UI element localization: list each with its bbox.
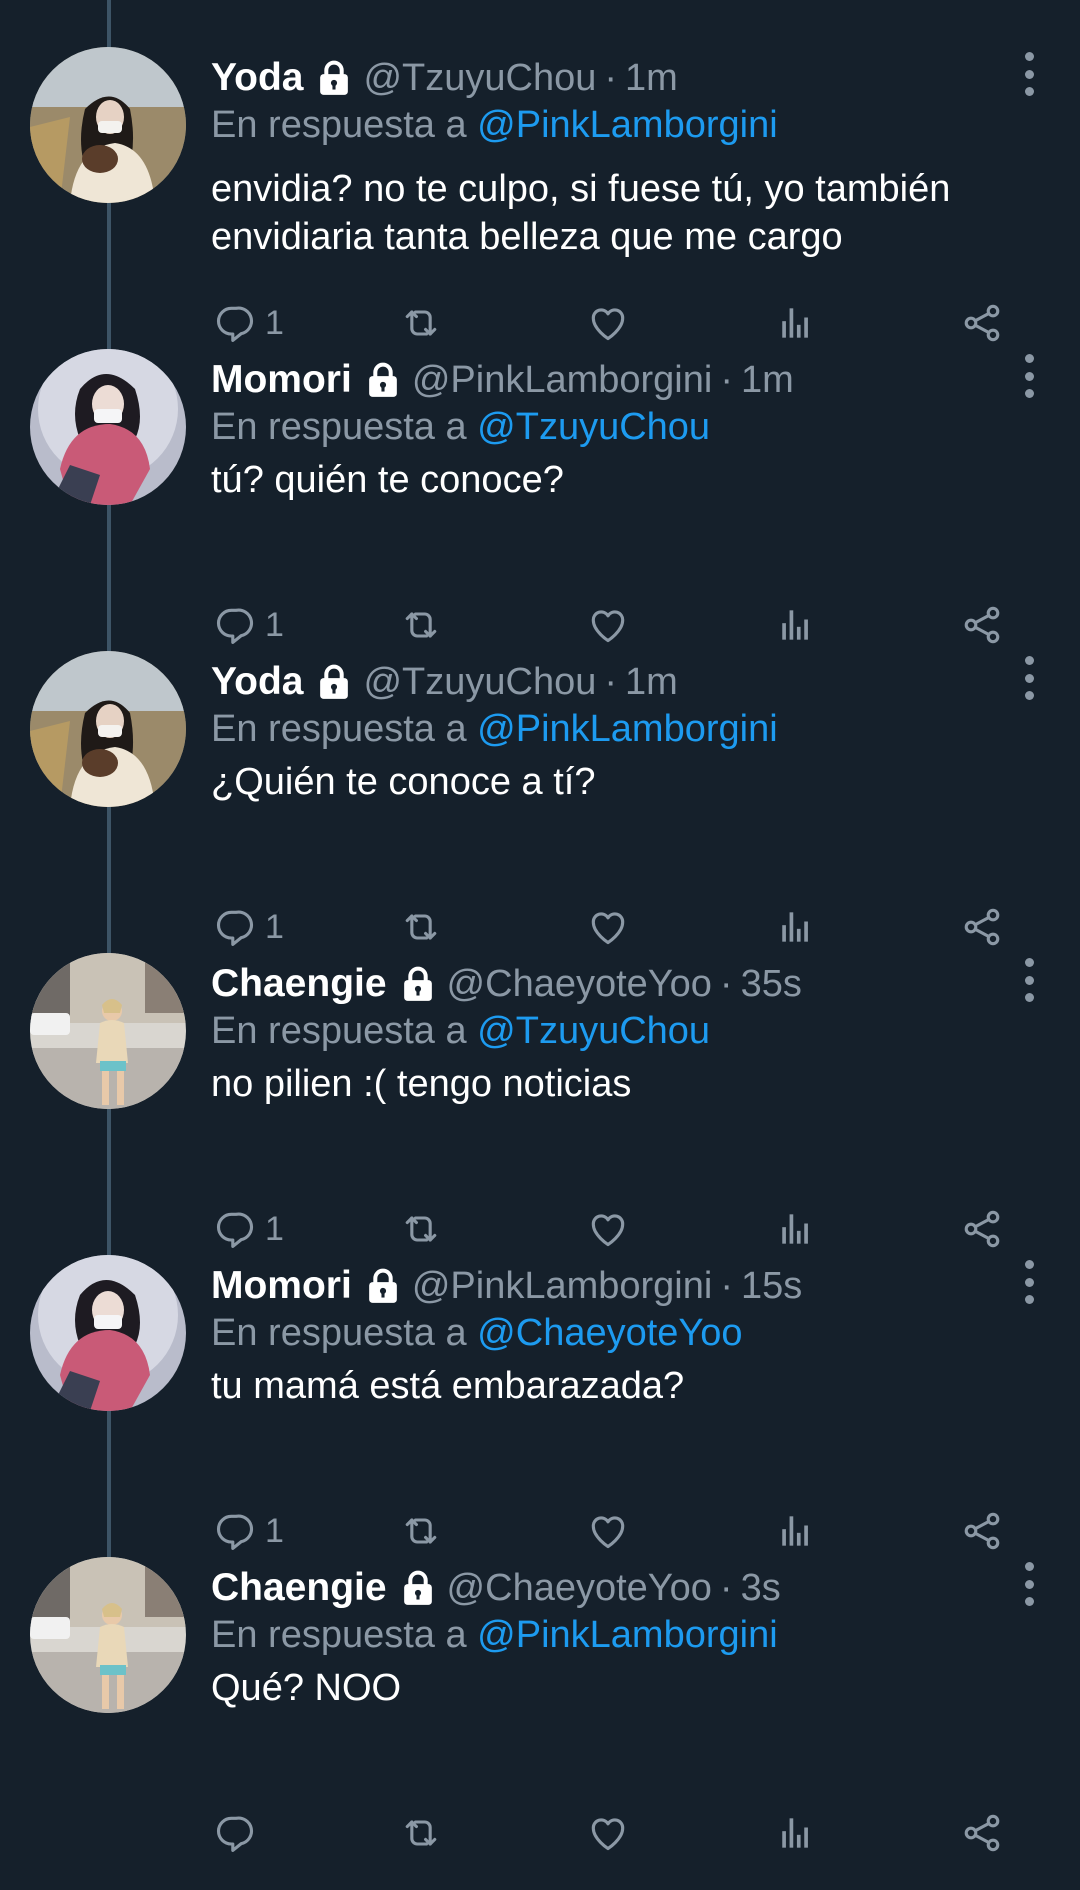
replying-to-label: En respuesta a	[211, 406, 467, 448]
display-name[interactable]: Chaengie	[211, 1566, 387, 1610]
replying-to: En respuesta a @PinkLamborgini	[211, 104, 778, 147]
timestamp[interactable]: 1m	[625, 661, 678, 704]
lock-icon	[364, 1266, 402, 1306]
timestamp[interactable]: 3s	[741, 1567, 781, 1610]
tweet[interactable]: Yoda @TzuyuChou · 1m En respuesta a @Pin…	[0, 0, 1080, 342]
reply-button[interactable]	[213, 1808, 257, 1858]
tweet-text: tu mamá está embarazada?	[211, 1365, 685, 1407]
avatar[interactable]	[30, 1255, 186, 1411]
timestamp[interactable]: 15s	[741, 1265, 802, 1308]
handle[interactable]: @PinkLamborgini	[412, 1265, 713, 1308]
separator-dot: ·	[720, 1264, 733, 1307]
separator-dot: ·	[719, 1566, 733, 1609]
tweet-header: Yoda @TzuyuChou · 1m	[211, 654, 991, 710]
replying-to: En respuesta a @TzuyuChou	[211, 1010, 710, 1053]
avatar[interactable]	[30, 47, 186, 203]
handle[interactable]: @ChaeyoteYoo	[447, 963, 712, 1006]
replying-to-link[interactable]: @ChaeyoteYoo	[477, 1312, 742, 1354]
tweet-header: Momori @PinkLamborgini · 1m	[211, 352, 991, 408]
avatar[interactable]	[30, 1557, 186, 1713]
more-vertical-icon[interactable]	[1014, 1562, 1044, 1606]
share-button[interactable]	[960, 1808, 1004, 1858]
more-vertical-icon[interactable]	[1014, 52, 1044, 96]
replying-to: En respuesta a @TzuyuChou	[211, 406, 710, 449]
tweet[interactable]: Momori @PinkLamborgini · 15s En respuest…	[0, 1208, 1080, 1550]
display-name[interactable]: Yoda	[211, 56, 303, 100]
avatar[interactable]	[30, 953, 186, 1109]
avatar[interactable]	[30, 651, 186, 807]
replying-to-label: En respuesta a	[211, 1010, 467, 1052]
reply-icon	[213, 1811, 257, 1855]
tweet-actions	[0, 1808, 1080, 1858]
tweet[interactable]: Yoda @TzuyuChou · 1m En respuesta a @Pin…	[0, 604, 1080, 946]
retweet-icon	[399, 1811, 443, 1855]
replying-to-link[interactable]: @PinkLamborgini	[477, 1614, 778, 1656]
tweet-text: tú? quién te conoce?	[211, 459, 564, 501]
display-name[interactable]: Momori	[211, 358, 352, 402]
display-name[interactable]: Yoda	[211, 660, 303, 704]
tweet[interactable]: Chaengie @ChaeyoteYoo · 35s En respuesta…	[0, 906, 1080, 1248]
replying-to: En respuesta a @PinkLamborgini	[211, 708, 778, 751]
replying-to: En respuesta a @ChaeyoteYoo	[211, 1312, 743, 1355]
replying-to-label: En respuesta a	[211, 1614, 467, 1656]
analytics-icon	[774, 1811, 818, 1855]
lock-icon	[315, 662, 353, 702]
tweet[interactable]: Momori @PinkLamborgini · 1m En respuesta…	[0, 302, 1080, 644]
more-vertical-icon[interactable]	[1014, 656, 1044, 700]
replying-to-label: En respuesta a	[211, 104, 467, 146]
replying-to-link[interactable]: @PinkLamborgini	[477, 708, 778, 750]
more-vertical-icon[interactable]	[1014, 354, 1044, 398]
share-icon	[960, 1811, 1004, 1855]
separator-dot: ·	[604, 56, 618, 99]
lock-icon	[315, 58, 353, 98]
separator-dot: ·	[720, 358, 733, 401]
tweet-text: no pilien :( tengo noticias	[211, 1063, 632, 1105]
handle[interactable]: @TzuyuChou	[363, 57, 596, 100]
replying-to-label: En respuesta a	[211, 1312, 467, 1354]
views-button[interactable]	[774, 1808, 818, 1858]
heart-icon	[586, 1811, 630, 1855]
tweet-header: Momori @PinkLamborgini · 15s	[211, 1258, 991, 1314]
tweet-text: envidia? no te culpo, si fuese tú, yo ta…	[211, 168, 951, 258]
timestamp[interactable]: 35s	[741, 963, 802, 1006]
lock-icon	[399, 1568, 437, 1608]
more-vertical-icon[interactable]	[1014, 958, 1044, 1002]
display-name[interactable]: Chaengie	[211, 962, 387, 1006]
replying-to-link[interactable]: @PinkLamborgini	[477, 104, 778, 146]
tweet-text: ¿Quién te conoce a tí?	[211, 761, 596, 803]
replying-to-label: En respuesta a	[211, 708, 467, 750]
replying-to-link[interactable]: @TzuyuChou	[477, 406, 710, 448]
replying-to-link[interactable]: @TzuyuChou	[477, 1010, 710, 1052]
retweet-button[interactable]	[399, 1808, 443, 1858]
handle[interactable]: @TzuyuChou	[363, 661, 596, 704]
tweet[interactable]: Chaengie @ChaeyoteYoo · 3s En respuesta …	[0, 1510, 1080, 1852]
handle[interactable]: @ChaeyoteYoo	[447, 1567, 712, 1610]
separator-dot: ·	[604, 660, 618, 703]
avatar[interactable]	[30, 349, 186, 505]
tweet-header: Chaengie @ChaeyoteYoo · 3s	[211, 1560, 991, 1616]
more-vertical-icon[interactable]	[1014, 1260, 1044, 1304]
handle[interactable]: @PinkLamborgini	[412, 359, 713, 402]
tweet-text: Qué? NOO	[211, 1667, 402, 1709]
display-name[interactable]: Momori	[211, 1264, 352, 1308]
replying-to: En respuesta a @PinkLamborgini	[211, 1614, 778, 1657]
timestamp[interactable]: 1m	[625, 57, 678, 100]
tweet-header: Chaengie @ChaeyoteYoo · 35s	[211, 956, 991, 1012]
lock-icon	[364, 360, 402, 400]
tweet-header: Yoda @TzuyuChou · 1m	[211, 50, 991, 106]
like-button[interactable]	[586, 1808, 630, 1858]
timestamp[interactable]: 1m	[741, 359, 794, 402]
lock-icon	[399, 964, 437, 1004]
separator-dot: ·	[719, 962, 733, 1005]
